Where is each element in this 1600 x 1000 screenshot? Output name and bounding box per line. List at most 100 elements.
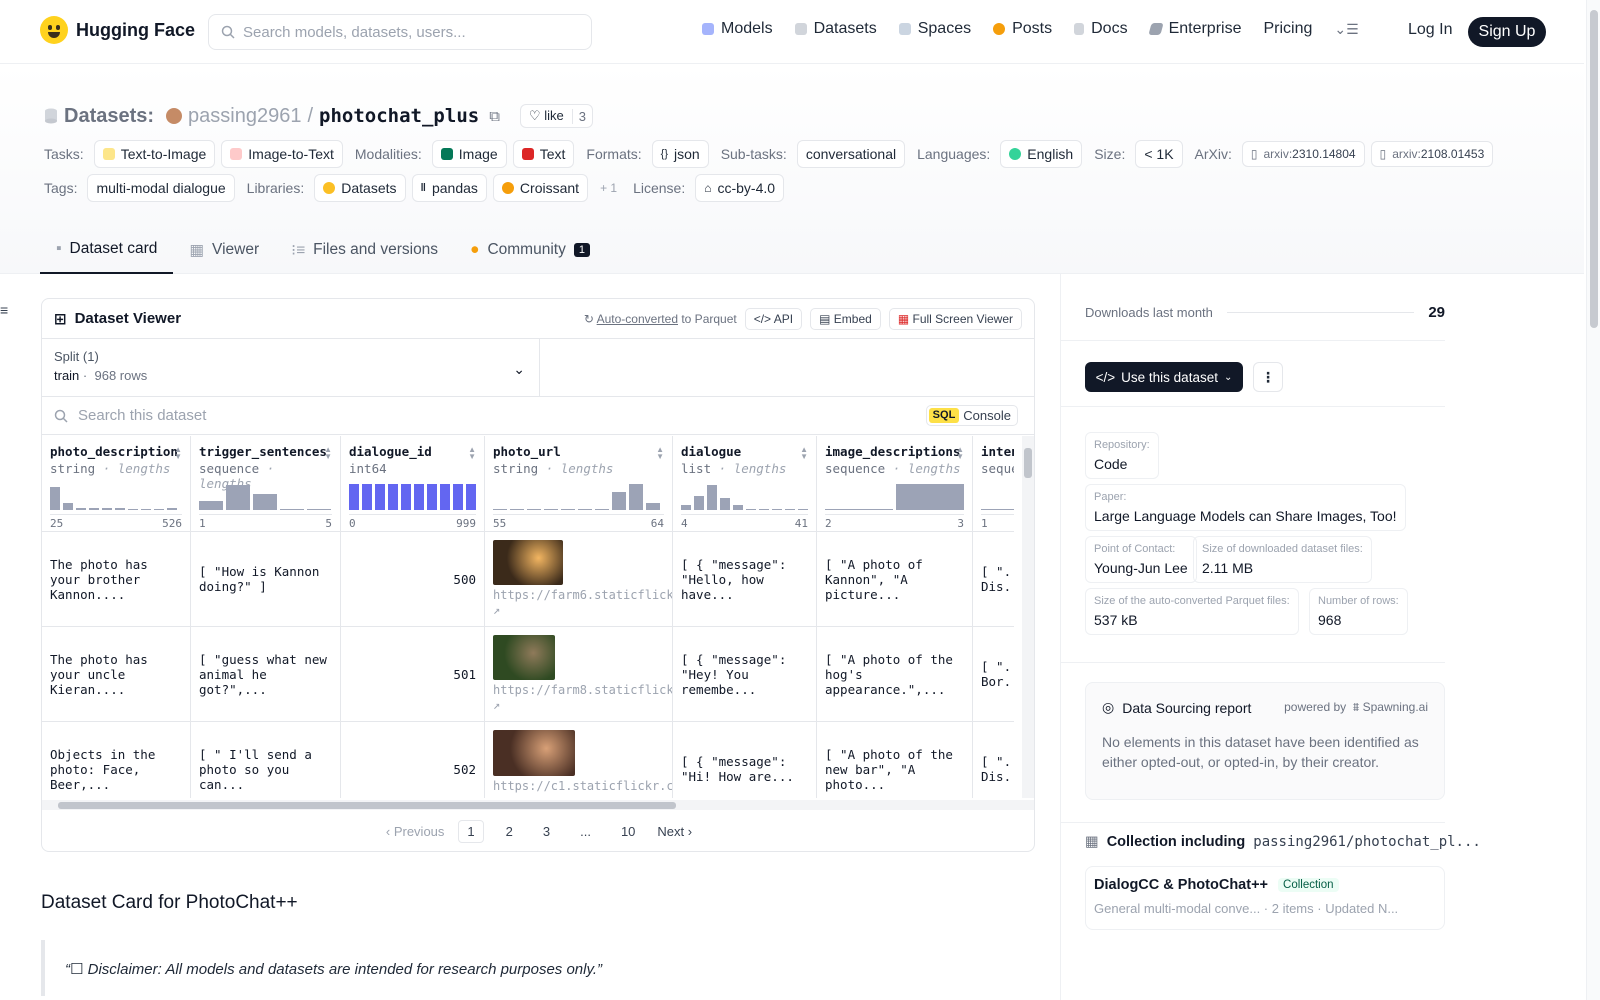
next-page-button[interactable]: Next ›: [657, 824, 692, 839]
histogram-bar[interactable]: [427, 484, 437, 510]
histogram-bar[interactable]: [307, 509, 331, 510]
nav-enterprise[interactable]: Enterprise: [1147, 20, 1241, 38]
login-link[interactable]: Log In: [1408, 21, 1452, 39]
api-button[interactable]: </> API: [744, 307, 803, 330]
histogram-bar[interactable]: [595, 509, 609, 510]
table-cell[interactable]: [ { "message": "Hi! How are...: [673, 722, 816, 798]
tab-dataset-card[interactable]: ▪ Dataset card: [40, 226, 174, 274]
language-english[interactable]: English: [1000, 140, 1083, 168]
histogram-bar[interactable]: [453, 484, 463, 510]
histogram-bar[interactable]: [226, 485, 250, 510]
histogram-bar[interactable]: [76, 508, 86, 510]
tag-multimodal-dialogue[interactable]: multi-modal dialogue: [87, 174, 235, 202]
collection-card[interactable]: DialogCC & PhotoChat++ Collection General…: [1085, 866, 1445, 930]
dataset-search[interactable]: Search this dataset SQL Console: [42, 397, 1034, 435]
paper-info[interactable]: Paper: Large Language Models can Share Im…: [1085, 484, 1406, 531]
histogram-bar[interactable]: [785, 509, 795, 510]
global-search-input[interactable]: [243, 23, 563, 41]
table-cell[interactable]: 500: [341, 532, 484, 627]
histogram[interactable]: [825, 484, 964, 510]
histogram[interactable]: [199, 484, 331, 510]
previous-page-button[interactable]: ‹ Previous: [386, 824, 445, 839]
auto-converted-note[interactable]: ↻ Auto-converted to Parquet: [584, 312, 737, 326]
table-cell[interactable]: [ { "message": "Hey! You remembe...: [673, 627, 816, 722]
table-cell[interactable]: [ "How is Kannon doing?" ]: [191, 532, 340, 627]
histogram-bar[interactable]: [493, 509, 507, 510]
table-cell[interactable]: [ { "message": "Hello, how have...: [673, 532, 816, 627]
page-2[interactable]: 2: [498, 821, 521, 842]
histogram-bar[interactable]: [167, 508, 177, 510]
table-cell[interactable]: Objects in the photo: Face, Beer,...: [42, 722, 190, 798]
column-header[interactable]: dialogue list · lengths ▲ ▼ 4 41: [673, 436, 816, 532]
page-1[interactable]: 1: [458, 819, 484, 843]
histogram-bar[interactable]: [253, 494, 277, 510]
histogram-bar[interactable]: [115, 508, 125, 510]
photo-thumbnail[interactable]: [493, 635, 555, 680]
histogram-bar[interactable]: [349, 484, 359, 510]
fullscreen-viewer-button[interactable]: ▦ Full Screen Viewer: [888, 307, 1022, 330]
nav-posts[interactable]: Posts: [993, 20, 1052, 38]
more-options-button[interactable]: ⋮: [1253, 362, 1283, 392]
arxiv-tag-1[interactable]: ▯ arxiv:2310.14804: [1241, 141, 1365, 167]
histogram-bar[interactable]: [896, 484, 964, 510]
column-header[interactable]: trigger_sentences sequence · lengths ▲ ▼ 1 5: [191, 436, 340, 532]
photo-thumbnail[interactable]: [493, 730, 575, 776]
histogram-bar[interactable]: [759, 509, 769, 510]
histogram-bar[interactable]: [388, 484, 398, 510]
histogram-bar[interactable]: [280, 509, 304, 510]
sort-icon[interactable]: ▲ ▼: [800, 446, 808, 461]
histogram-bar[interactable]: [544, 509, 558, 510]
histogram[interactable]: [981, 484, 1014, 510]
tab-files[interactable]: ⁝≡ Files and versions: [275, 226, 454, 274]
repo-name[interactable]: photochat_plus: [319, 105, 479, 127]
contact-info[interactable]: Point of Contact: Young-Jun Lee: [1085, 536, 1197, 583]
histogram[interactable]: [50, 484, 177, 510]
tab-community[interactable]: ● Community 1: [454, 226, 606, 274]
table-cell[interactable]: [ "... Dis...: [973, 722, 1014, 798]
table-vertical-scrollbar[interactable]: [1022, 436, 1034, 798]
histogram-bar[interactable]: [440, 484, 450, 510]
histogram-bar[interactable]: [527, 509, 541, 510]
histogram-bar[interactable]: [510, 509, 524, 510]
histogram[interactable]: [493, 484, 660, 510]
histogram-bar[interactable]: [141, 509, 151, 510]
histogram-bar[interactable]: [707, 485, 717, 510]
copy-icon[interactable]: ⧉: [489, 108, 500, 125]
page-scrollbar[interactable]: [1586, 0, 1600, 1000]
table-cell[interactable]: https://farm8.staticflickr.com/...f70fc8…: [485, 627, 672, 722]
histogram-bar[interactable]: [578, 509, 592, 510]
page-10[interactable]: 10: [613, 821, 643, 842]
brand-logo[interactable]: Hugging Face: [40, 16, 195, 44]
spawning-link[interactable]: Spawning.ai: [1363, 700, 1428, 714]
table-horizontal-scrollbar[interactable]: [42, 800, 1034, 810]
embed-button[interactable]: ▤ Embed: [810, 307, 881, 330]
owner-link[interactable]: passing2961: [188, 105, 301, 128]
histogram-bar[interactable]: [798, 509, 808, 510]
histogram-bar[interactable]: [612, 492, 626, 510]
nav-spaces[interactable]: Spaces: [898, 20, 971, 38]
table-cell[interactable]: [ "... Dis...: [973, 532, 1014, 627]
library-croissant[interactable]: Croissant: [492, 174, 589, 202]
global-search[interactable]: [208, 14, 592, 50]
nav-datasets[interactable]: Datasets: [794, 20, 877, 38]
license-tag[interactable]: ⌂ cc-by-4.0: [695, 174, 785, 202]
table-cell[interactable]: 501: [341, 627, 484, 722]
like-button[interactable]: ♡ like 3: [519, 104, 593, 128]
photo-thumbnail[interactable]: [493, 540, 563, 585]
sort-icon[interactable]: ▲ ▼: [656, 446, 664, 461]
table-cell[interactable]: The photo has your uncle Kieran....: [42, 627, 190, 722]
histogram-bar[interactable]: [89, 508, 99, 510]
split-selector[interactable]: Split (1) train · 968 rows ⌄: [42, 339, 540, 397]
table-cell[interactable]: The photo has your brother Kannon....: [42, 532, 190, 627]
histogram-bar[interactable]: [746, 509, 756, 510]
size-tag[interactable]: < 1K: [1135, 140, 1183, 168]
task-image-to-text[interactable]: Image-to-Text: [221, 140, 343, 168]
histogram-bar[interactable]: [63, 503, 73, 510]
histogram-bar[interactable]: [981, 509, 1014, 510]
table-cell[interactable]: [ " I'll send a photo so you can...: [191, 722, 340, 798]
histogram-bar[interactable]: [375, 484, 385, 510]
histogram-bar[interactable]: [362, 484, 372, 510]
task-text-to-image[interactable]: Text-to-Image: [93, 140, 216, 168]
column-header[interactable]: image_descriptions sequence · lengths ▲ ▼ 2 3: [817, 436, 972, 532]
sort-icon[interactable]: ▲ ▼: [324, 446, 332, 461]
